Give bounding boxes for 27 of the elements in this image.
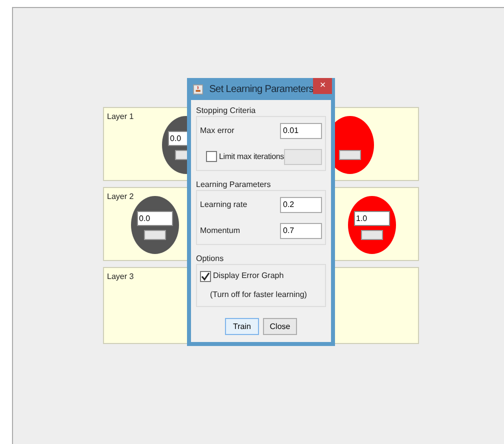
dialog-button[interactable]: Train xyxy=(225,318,259,335)
group-title: Learning Parameters xyxy=(196,180,272,190)
layer-label: Layer 2 xyxy=(107,191,134,203)
option-label: Display Error Graph xyxy=(213,270,284,282)
input-field[interactable]: 0.01 xyxy=(280,122,322,138)
field-label: Learning rate xyxy=(200,198,248,210)
group-title: Stopping Criteria xyxy=(196,106,257,116)
java-cup-icon xyxy=(193,84,204,94)
dialog-button[interactable]: Close xyxy=(263,318,297,335)
neuron-button[interactable] xyxy=(144,230,166,240)
neuron-button[interactable] xyxy=(339,150,361,160)
option-label: Limit max iterations xyxy=(219,150,284,162)
layer-label: Layer 1 xyxy=(107,111,134,123)
close-button[interactable]: × xyxy=(313,78,332,94)
value-field[interactable]: 1.0 xyxy=(354,210,390,226)
checkmark-icon xyxy=(201,272,210,280)
layer-label: Layer 3 xyxy=(107,271,134,283)
field-label: Momentum xyxy=(200,224,240,236)
input-field[interactable]: 0.2 xyxy=(280,196,322,212)
hint-text: (Turn off for faster learning) xyxy=(210,289,308,301)
neuron[interactable]: 1.0 xyxy=(348,196,396,254)
checkbox[interactable] xyxy=(200,270,211,282)
neuron-button[interactable] xyxy=(361,230,383,240)
value-field[interactable]: 0.0 xyxy=(137,210,173,226)
input-field[interactable]: 0.7 xyxy=(280,222,322,238)
window-title: Set Learning Parameters xyxy=(209,82,314,96)
group-title: Options xyxy=(196,254,225,264)
